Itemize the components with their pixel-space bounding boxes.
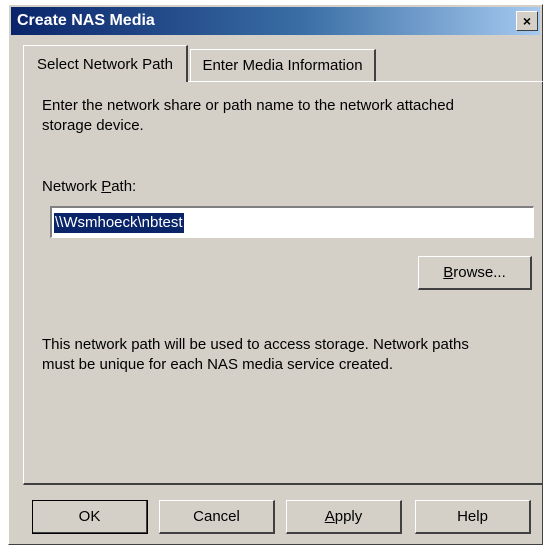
instruction-text: Enter the network share or path name to … [42, 96, 454, 136]
button-accelerator: B [443, 264, 454, 281]
label-accelerator: P [101, 178, 112, 195]
browse-button[interactable]: Browse... [418, 256, 532, 290]
button-accelerator: A [324, 508, 335, 525]
close-button[interactable]: × [516, 11, 538, 31]
network-path-value: \\Wsmhoeck\nbtest [54, 212, 184, 233]
ok-button[interactable]: OK [32, 500, 148, 534]
label-part: Network [42, 178, 102, 195]
network-path-label: Network Path: [42, 177, 136, 197]
note-line: must be unique for each NAS media servic… [42, 356, 394, 373]
network-path-input[interactable]: \\Wsmhoeck\nbtest [50, 206, 534, 238]
button-label: Cancel [193, 508, 240, 525]
tab-enter-media-information[interactable]: Enter Media Information [190, 49, 376, 81]
note-text: This network path will be used to access… [42, 335, 469, 375]
tab-label: Enter Media Information [202, 57, 363, 74]
instruction-line: Enter the network share or path name to … [42, 97, 454, 114]
button-label: rowse... [453, 264, 506, 281]
button-label: pply [334, 508, 363, 525]
label-part: ath: [111, 178, 137, 195]
apply-button[interactable]: Apply [286, 500, 402, 534]
note-line: This network path will be used to access… [42, 336, 469, 353]
button-label: OK [78, 508, 101, 525]
cancel-button[interactable]: Cancel [159, 500, 275, 534]
tab-label: Select Network Path [37, 55, 173, 73]
title-bar[interactable]: Create NAS Media × [11, 7, 540, 35]
tab-select-network-path[interactable]: Select Network Path [23, 45, 188, 82]
tab-panel-select-network-path: Enter the network share or path name to … [23, 81, 543, 485]
close-icon: × [522, 13, 532, 29]
create-nas-media-dialog: Create NAS Media × Select Network Path E… [8, 4, 543, 545]
button-label: Help [457, 508, 488, 525]
instruction-line: storage device. [42, 117, 144, 134]
help-button[interactable]: Help [415, 500, 531, 534]
window-title: Create NAS Media [17, 12, 155, 29]
